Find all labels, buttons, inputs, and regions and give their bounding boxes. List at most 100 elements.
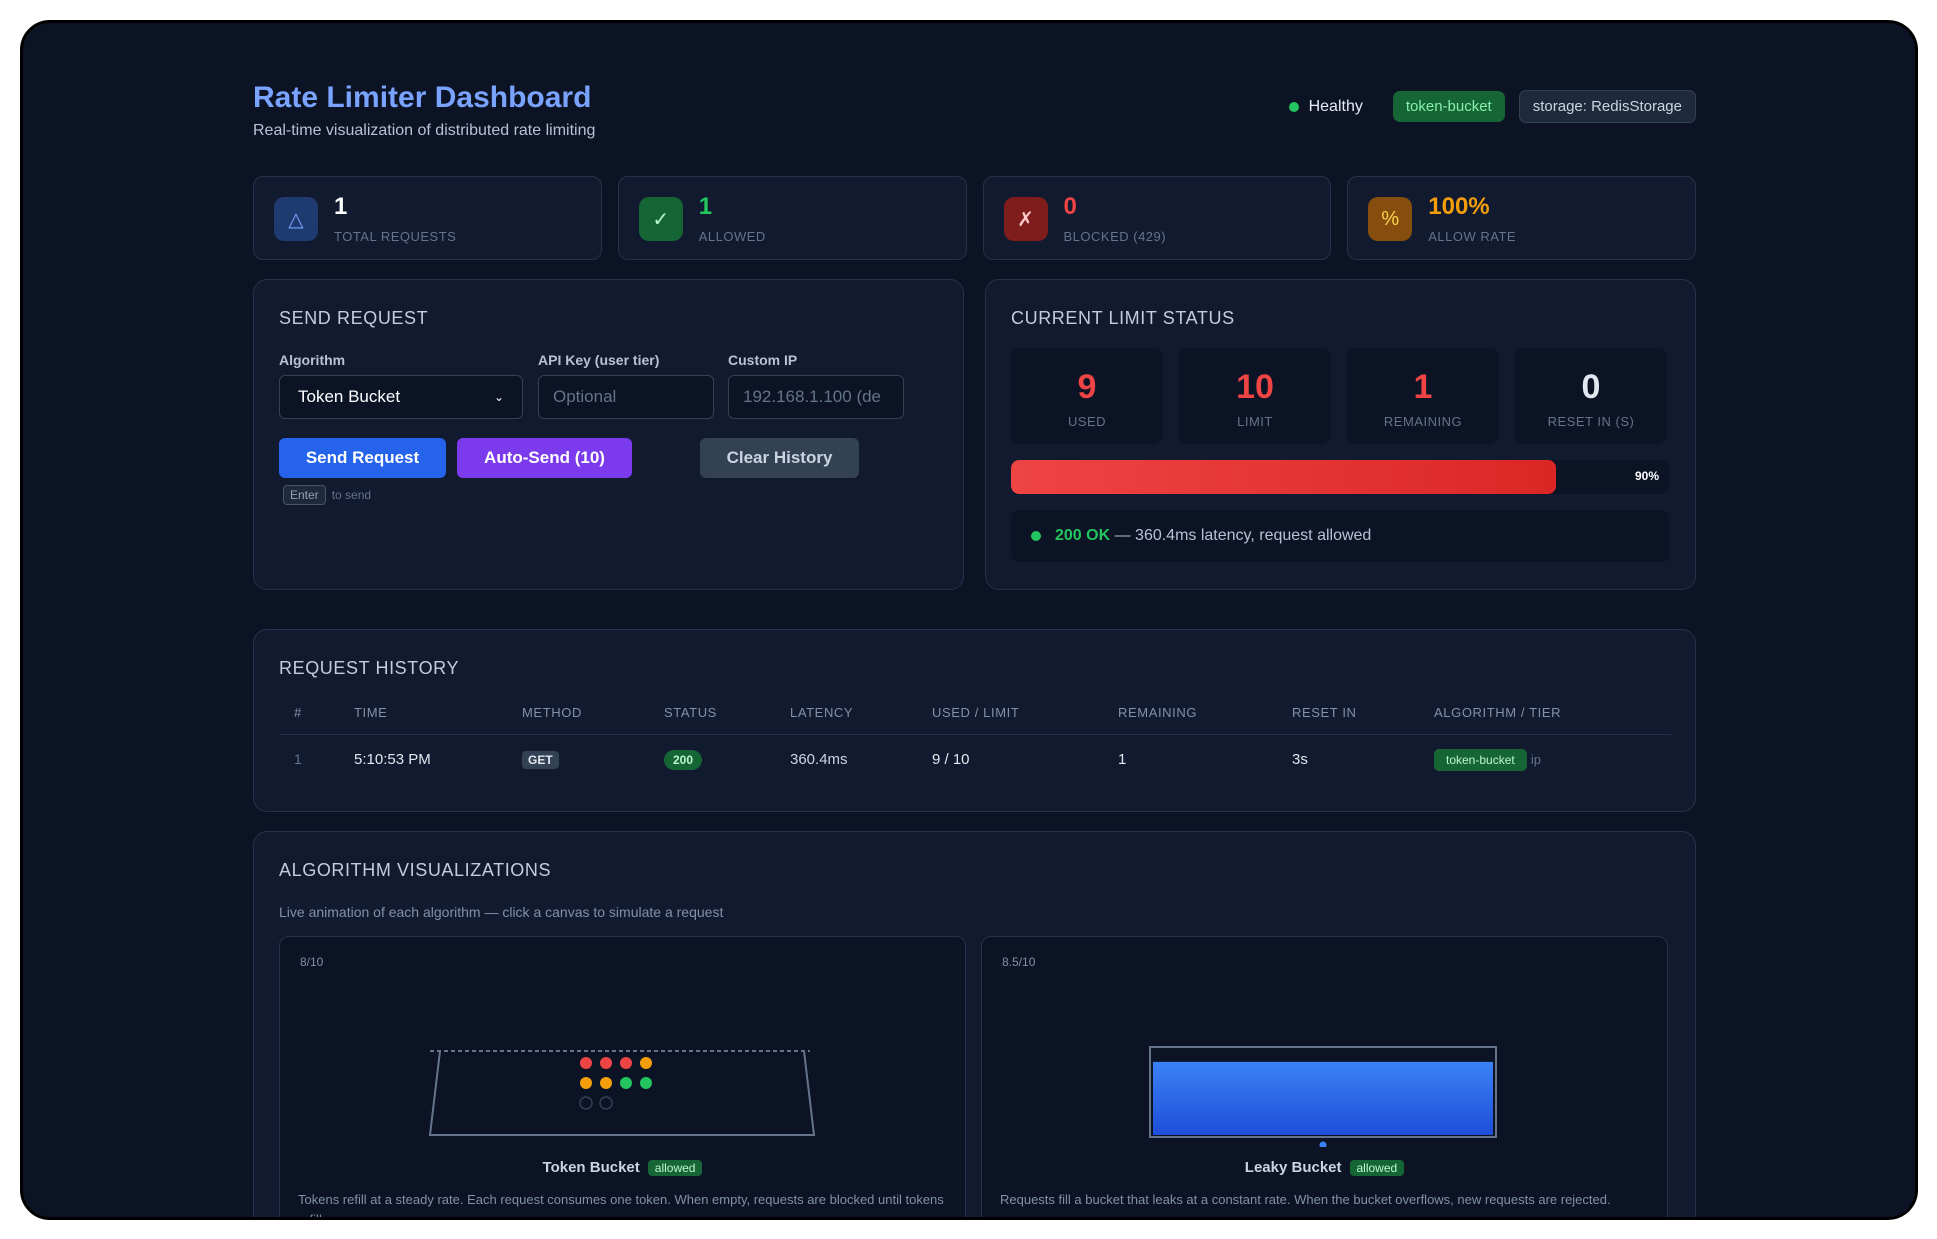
status-badge: 200 [664,749,703,770]
custom-ip-label: Custom IP [728,352,798,368]
triangle-icon: △ [274,197,318,241]
reset-box: 0 RESET IN (S) [1515,348,1667,444]
algorithm-badge: token-bucket [1392,91,1505,122]
stat-blocked: ✗ 0 BLOCKED (429) [982,176,1332,260]
visualizations-subtitle: Live animation of each algorithm — click… [279,904,724,920]
stat-value: 0 [1063,193,1077,220]
panel-title: REQUEST HISTORY [279,658,460,678]
health-dot-icon [1288,101,1299,112]
usage-progress-bar: 90% [1011,460,1669,494]
panel-title: ALGORITHM VISUALIZATIONS [279,860,552,880]
reset-value: 0 [1581,368,1601,406]
stat-value: 1 [334,193,348,220]
leaky-bucket-graphic [1149,1046,1497,1147]
percent-icon: % [1368,197,1413,241]
token-dot [580,1057,592,1069]
storage-badge: storage: RedisStorage [1518,90,1696,123]
remaining-label: REMAINING [1383,414,1463,429]
viz-name-label: Leaky Bucket [1244,1159,1342,1176]
token-dot [600,1057,612,1069]
stat-label: ALLOW RATE [1428,229,1517,244]
limit-status-panel: CURRENT LIMIT STATUS 9 USED 10 LIMIT 1 R… [985,279,1696,590]
limit-value: 10 [1236,368,1274,406]
header-status: Healthy token-bucket storage: RedisStora… [1288,90,1696,123]
col-status: STATUS [649,702,775,735]
leaky-bucket-canvas[interactable]: 8.5/10 Leaky Bucket allowed Requests fil… [981,936,1668,1217]
panel-title: CURRENT LIMIT STATUS [1011,308,1235,328]
stat-label: BLOCKED (429) [1063,229,1167,244]
algorithm-label: Algorithm [279,352,346,368]
response-line: 200 OK — 360.4ms latency, request allowe… [1055,527,1371,545]
col-used-limit: USED / LIMIT [917,702,1103,735]
leaky-bucket-title: Leaky Bucket allowed [982,1159,1667,1176]
app-window: Rate Limiter Dashboard Real-time visuali… [20,20,1918,1220]
row-latency: 360.4ms [790,750,848,768]
row-algorithm-cell: token-bucket ip [1419,734,1671,784]
hint-text: to send [331,488,372,502]
row-reset: 3s [1292,750,1308,768]
limit-box: 10 LIMIT [1179,348,1331,444]
stat-total-requests: △ 1 TOTAL REQUESTS [253,176,602,260]
token-dot [580,1077,592,1089]
check-icon: ✓ [638,197,683,241]
response-code: 200 OK [1055,527,1111,544]
usage-progress-fill [1011,460,1556,494]
send-request-panel: SEND REQUEST Algorithm Token Bucket ⌄ AP… [253,279,964,590]
token-dot [640,1077,652,1089]
panel-title: SEND REQUEST [279,308,429,328]
allowed-badge: allowed [647,1160,703,1176]
stat-value: 1 [698,193,713,220]
empty-token-slot [579,1096,593,1110]
stat-allow-rate: % 100% ALLOW RATE [1347,176,1696,260]
col-latency: LATENCY [775,702,917,735]
col-num: # [279,702,339,735]
row-num: 1 [294,751,302,768]
reset-label: RESET IN (S) [1547,414,1635,429]
health-indicator: Healthy [1288,97,1363,116]
col-method: METHOD [507,702,649,735]
keyboard-hint: Enter to send [283,485,371,505]
row-status-cell: 200 [649,734,775,784]
clear-history-button[interactable]: Clear History [700,438,859,478]
status-dot-icon [1031,531,1041,541]
col-remaining: REMAINING [1103,702,1277,735]
table-row: 1 5:10:53 PM GET 200 360.4ms 9 / 10 1 3s… [279,734,1671,784]
method-badge: GET [522,750,559,769]
token-dot [620,1077,632,1089]
health-label: Healthy [1308,97,1363,115]
leak-drop [1319,1141,1327,1147]
leaky-bucket-description: Requests fill a bucket that leaks at a c… [1000,1192,1611,1207]
stats-row: △ 1 TOTAL REQUESTS ✓ 1 ALLOWED ✗ 0 BLOCK… [253,176,1696,260]
cross-icon: ✗ [1003,197,1048,241]
token-dot [600,1077,612,1089]
token-bucket-title: Token Bucket allowed [280,1159,965,1176]
custom-ip-input[interactable]: 192.168.1.100 (de [728,375,904,419]
history-table: # TIME METHOD STATUS LATENCY USED / LIMI… [279,702,1671,784]
used-value: 9 [1077,368,1097,406]
row-time: 5:10:53 PM [354,750,431,768]
request-history-panel: REQUEST HISTORY # TIME METHOD STATUS LAT… [253,629,1696,812]
stat-label: TOTAL REQUESTS [334,229,457,244]
last-response: 200 OK — 360.4ms latency, request allowe… [1011,510,1669,562]
token-dot [620,1057,632,1069]
allowed-badge: allowed [1349,1160,1405,1176]
limit-label: LIMIT [1237,414,1273,429]
viz-name-label: Token Bucket [542,1159,640,1176]
bucket-water-level [1153,1061,1493,1135]
token-bucket-description: Tokens refill at a steady rate. Each req… [298,1192,944,1220]
algorithm-badge: token-bucket [1434,748,1527,771]
api-key-label: API Key (user tier) [538,352,660,368]
chevron-down-icon: ⌄ [493,390,504,404]
page-subtitle: Real-time visualization of distributed r… [253,122,596,139]
row-remaining: 1 [1118,750,1127,768]
used-label: USED [1067,414,1107,429]
api-key-input[interactable]: Optional [538,375,714,419]
send-request-button[interactable]: Send Request [279,438,446,478]
empty-token-slot [599,1096,613,1110]
stat-allowed: ✓ 1 ALLOWED [617,176,967,260]
token-bucket-canvas[interactable]: 8/10 Token Bucket allowed Tokens refill … [279,936,966,1220]
auto-send-button[interactable]: Auto-Send (10) [457,438,632,478]
col-algorithm: ALGORITHM / TIER [1419,702,1671,735]
algorithm-select[interactable]: Token Bucket ⌄ [279,375,523,419]
remaining-value: 1 [1413,368,1433,406]
